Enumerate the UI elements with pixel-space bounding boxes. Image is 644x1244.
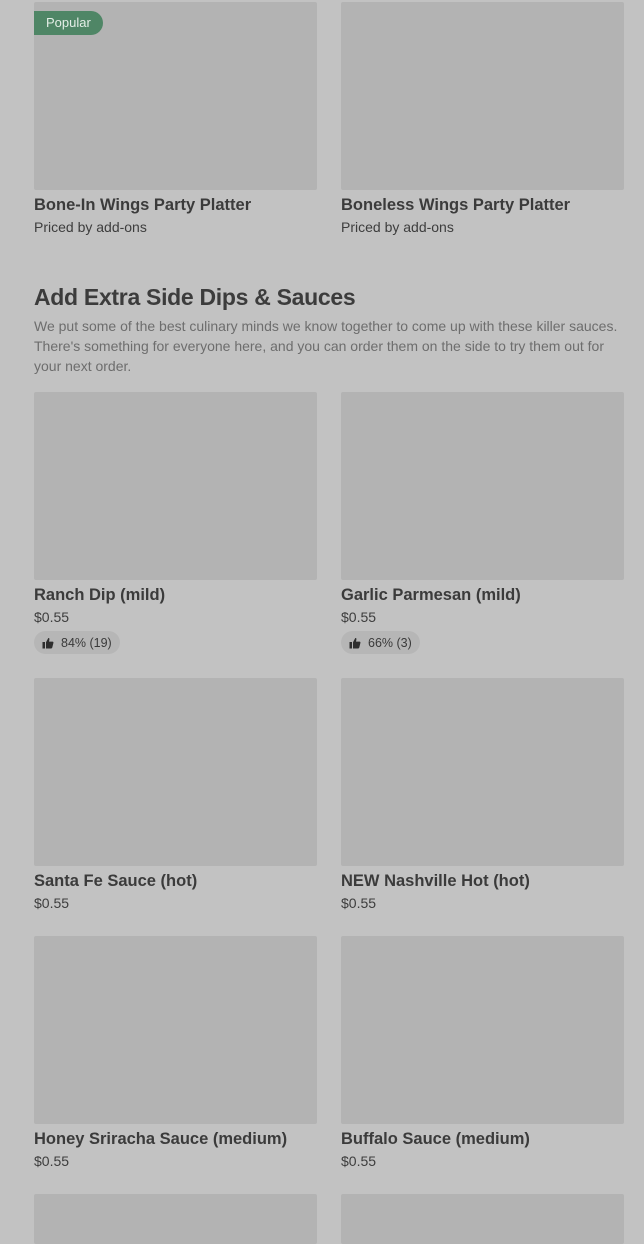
rating-text: 66% (3) [368,635,412,650]
rating-badge: 84% (19) [34,631,120,654]
section-title: Add Extra Side Dips & Sauces [34,284,356,310]
menu-item-card[interactable]: Popular Bone-In Wings Party Platter Pric… [34,2,318,237]
item-image[interactable] [341,936,624,1124]
item-price: $0.55 [341,1153,377,1169]
item-title: NEW Nashville Hot (hot) [341,872,530,890]
menu-item-card[interactable] [341,1194,625,1244]
item-price: $0.55 [34,895,70,911]
item-title: Honey Sriracha Sauce (medium) [34,1130,288,1148]
menu-item-card[interactable]: Buffalo Sauce (medium) $0.55 [341,936,625,1171]
item-image[interactable] [34,936,317,1124]
thumbs-up-icon [42,637,54,648]
item-title: Bone-In Wings Party Platter [34,196,252,214]
item-title: Santa Fe Sauce (hot) [34,872,198,890]
item-image[interactable] [34,678,317,866]
item-image[interactable] [341,392,624,580]
rating-badge: 66% (3) [341,631,420,654]
menu-page: Popular Bone-In Wings Party Platter Pric… [0,0,644,1244]
popular-badge: Popular [34,11,103,35]
item-image[interactable] [34,392,317,580]
item-price: Priced by add-ons [34,219,147,235]
item-title: Boneless Wings Party Platter [341,196,571,214]
menu-item-card[interactable]: Santa Fe Sauce (hot) $0.55 [34,678,318,913]
item-title: Ranch Dip (mild) [34,586,166,604]
item-image[interactable] [341,1194,624,1244]
menu-item-card[interactable]: Ranch Dip (mild) $0.55 84% (19) [34,392,318,654]
item-image[interactable] [34,1194,317,1244]
menu-item-card[interactable]: NEW Nashville Hot (hot) $0.55 [341,678,625,913]
item-title: Buffalo Sauce (medium) [341,1130,530,1148]
item-title: Garlic Parmesan (mild) [341,586,521,604]
item-price: Priced by add-ons [341,219,454,235]
item-image[interactable] [341,2,624,190]
item-price: $0.55 [34,1153,70,1169]
item-image[interactable] [341,678,624,866]
menu-item-card[interactable] [34,1194,318,1244]
item-price: $0.55 [341,895,377,911]
menu-item-card[interactable]: Boneless Wings Party Platter Priced by a… [341,2,625,237]
item-image[interactable]: Popular [34,2,317,190]
item-price: $0.55 [34,609,70,625]
rating-text: 84% (19) [61,635,112,650]
section-description: We put some of the best culinary minds w… [34,318,618,374]
item-price: $0.55 [341,609,377,625]
menu-item-card[interactable]: Honey Sriracha Sauce (medium) $0.55 [34,936,318,1171]
thumbs-up-icon [349,637,361,648]
menu-item-card[interactable]: Garlic Parmesan (mild) $0.55 66% (3) [341,392,625,654]
